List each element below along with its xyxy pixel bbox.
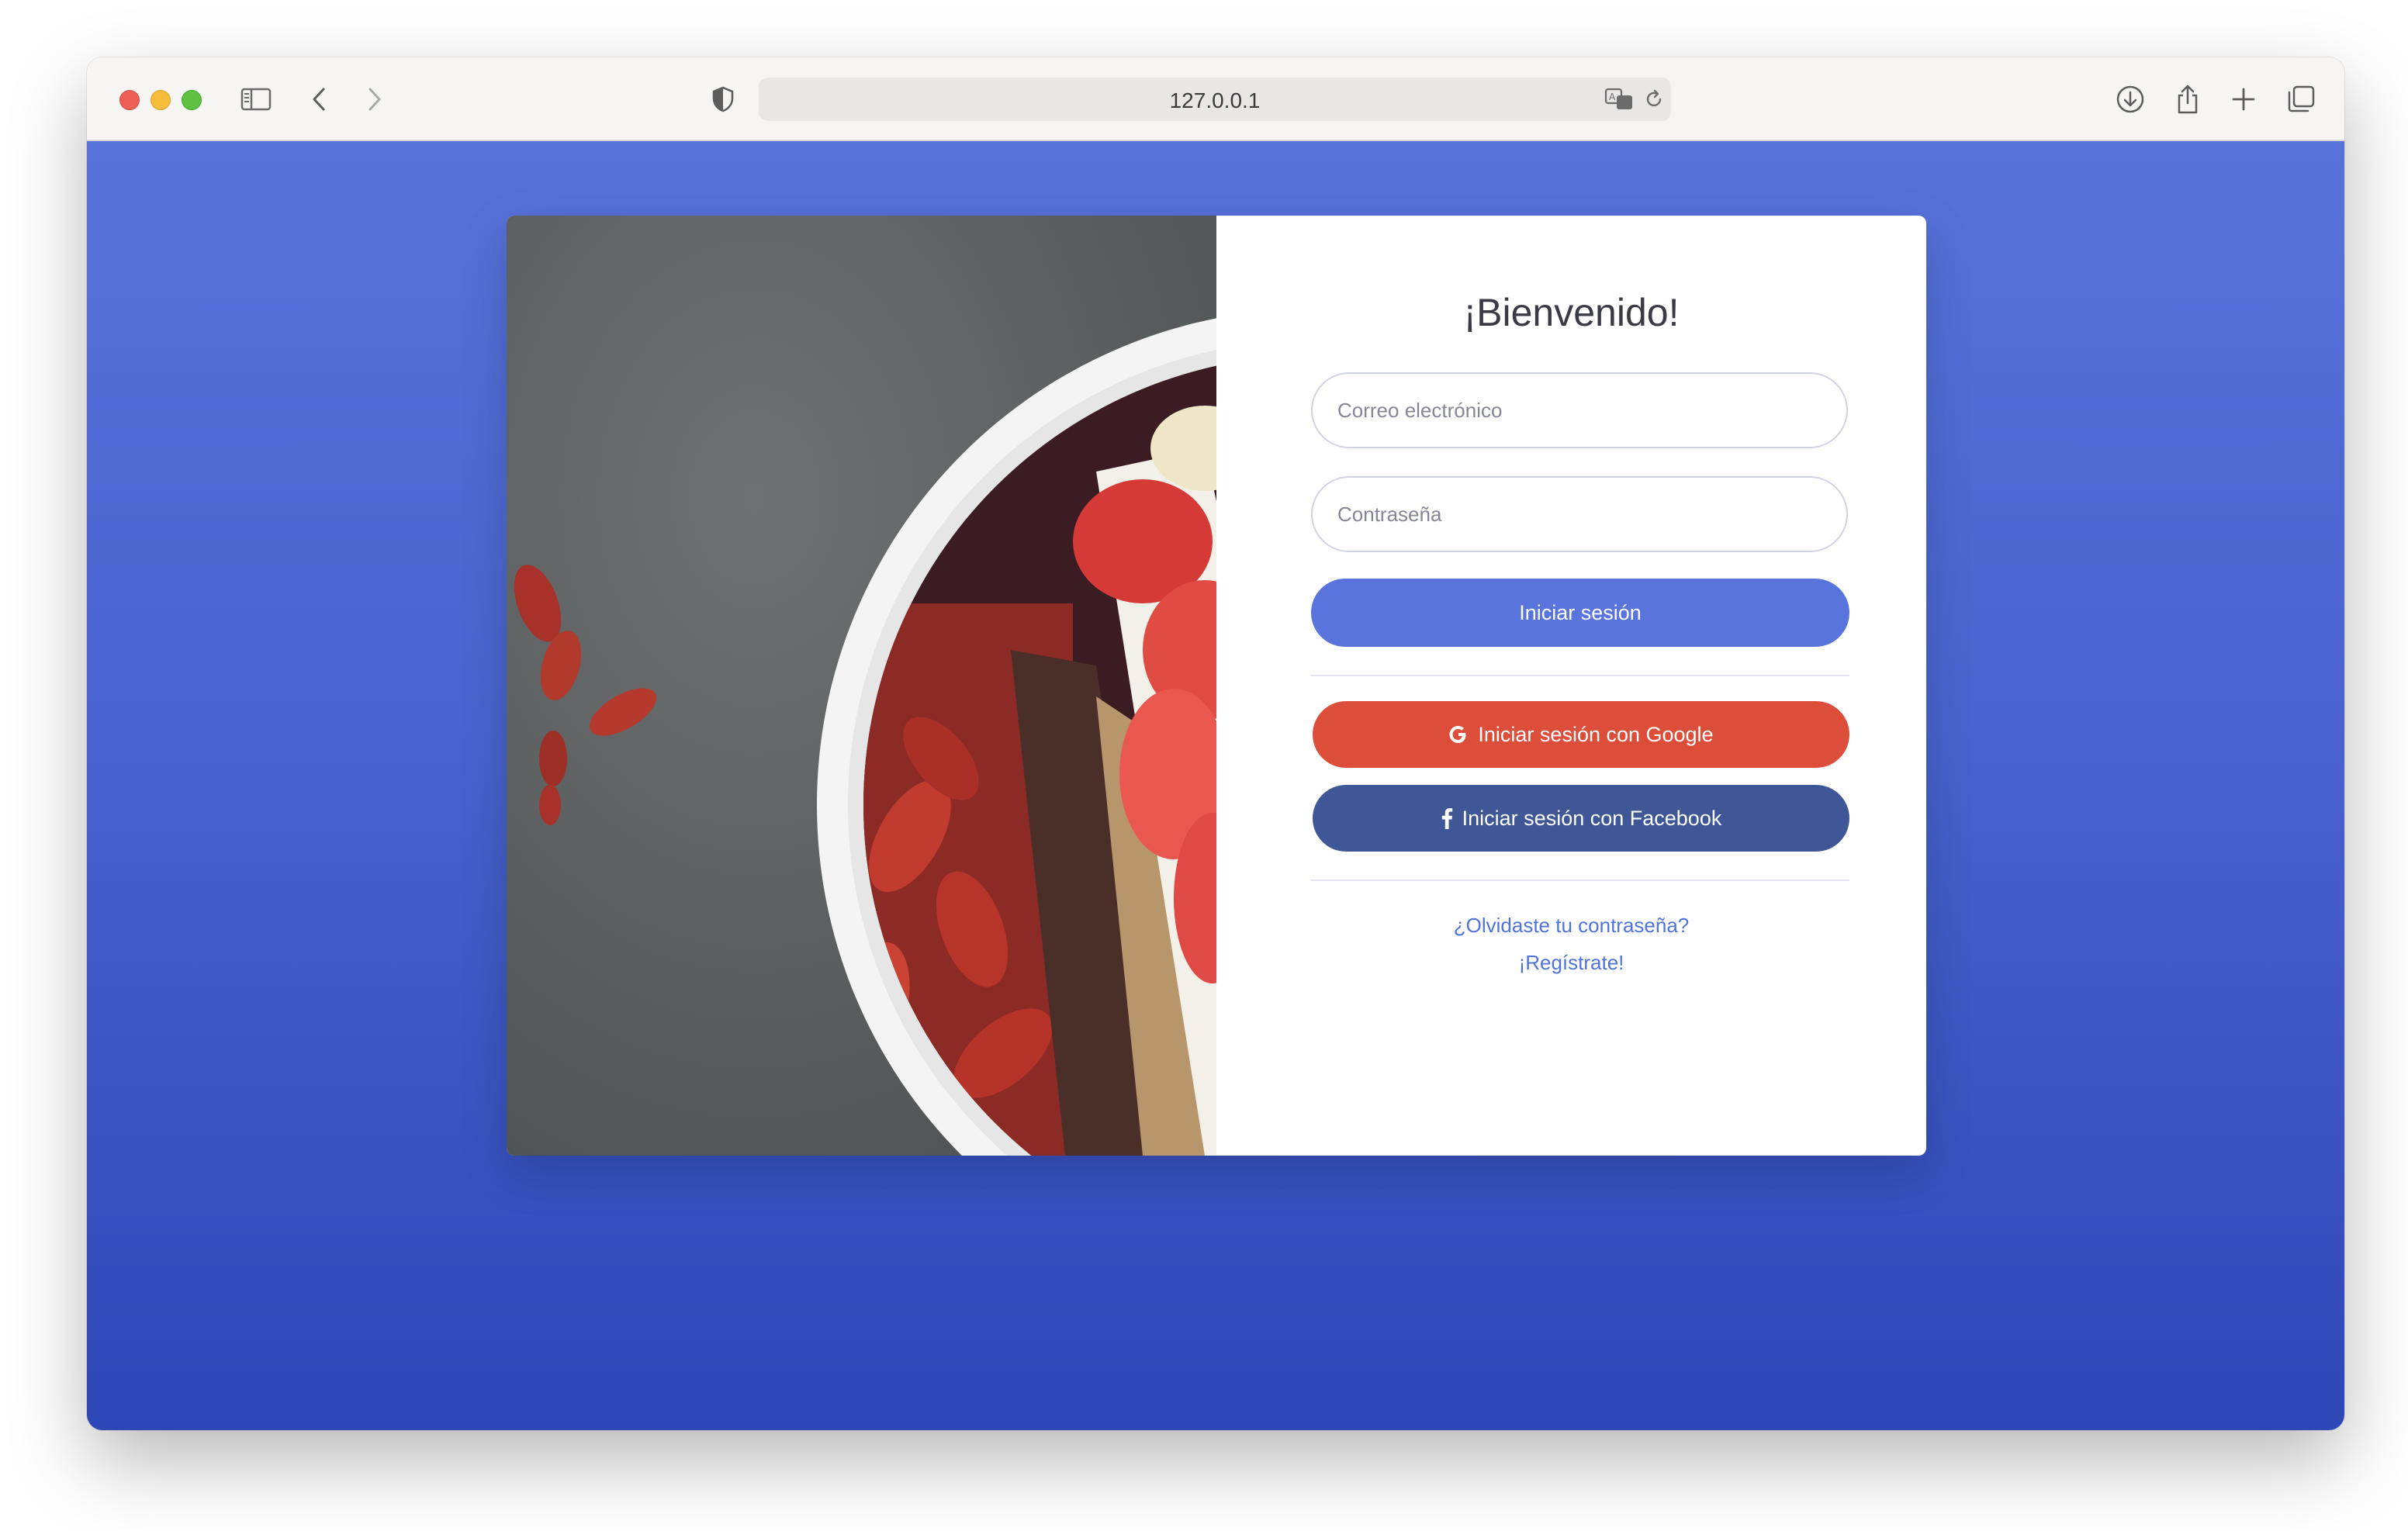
share-icon[interactable] <box>2172 84 2203 115</box>
new-tab-icon[interactable] <box>2228 84 2259 115</box>
zoom-window-button[interactable] <box>182 90 202 110</box>
address-bar[interactable]: 127.0.0.1 A <box>759 78 1671 121</box>
reload-icon[interactable] <box>1643 88 1665 114</box>
divider <box>1311 675 1849 676</box>
login-form: ¡Bienvenido! Iniciar sesión Iniciar sesi… <box>1216 216 1926 1156</box>
google-login-button[interactable]: Iniciar sesión con Google <box>1313 701 1849 768</box>
browser-toolbar: 127.0.0.1 A <box>87 57 2344 141</box>
google-icon <box>1448 724 1469 745</box>
login-button-label: Iniciar sesión <box>1519 600 1642 624</box>
login-button[interactable]: Iniciar sesión <box>1311 579 1849 647</box>
browser-window: 127.0.0.1 A ¡Bienvenido! Correo electrón… <box>87 57 2344 1430</box>
login-photo <box>507 216 1810 1156</box>
sidebar-icon[interactable] <box>240 84 272 115</box>
facebook-login-label: Iniciar sesión con Facebook <box>1462 806 1722 830</box>
password-field[interactable] <box>1311 476 1848 552</box>
tabs-overview-icon[interactable] <box>2285 84 2316 115</box>
login-card: ¡Bienvenido! Iniciar sesión Iniciar sesi… <box>507 216 1926 1156</box>
close-window-button[interactable] <box>119 90 140 110</box>
back-icon[interactable] <box>304 84 335 115</box>
google-login-label: Iniciar sesión con Google <box>1478 722 1714 746</box>
facebook-login-button[interactable]: Iniciar sesión con Facebook <box>1313 785 1849 852</box>
minimize-window-button[interactable] <box>150 90 171 110</box>
address-text: 127.0.0.1 <box>1169 88 1261 112</box>
facebook-icon <box>1441 807 1453 829</box>
divider <box>1311 880 1849 881</box>
translate-icon[interactable]: A <box>1604 87 1635 116</box>
register-link[interactable]: ¡Regístrate! <box>1216 951 1926 975</box>
forward-icon[interactable] <box>358 84 389 115</box>
svg-text:A: A <box>1609 92 1616 102</box>
forgot-password-link[interactable]: ¿Olvidaste tu contraseña? <box>1216 914 1926 938</box>
page-background: ¡Bienvenido! Iniciar sesión Iniciar sesi… <box>87 141 2344 1430</box>
page-title: ¡Bienvenido! <box>1463 291 1680 334</box>
email-field[interactable] <box>1311 372 1848 448</box>
download-icon[interactable] <box>2115 84 2146 115</box>
shield-icon[interactable] <box>708 84 739 115</box>
